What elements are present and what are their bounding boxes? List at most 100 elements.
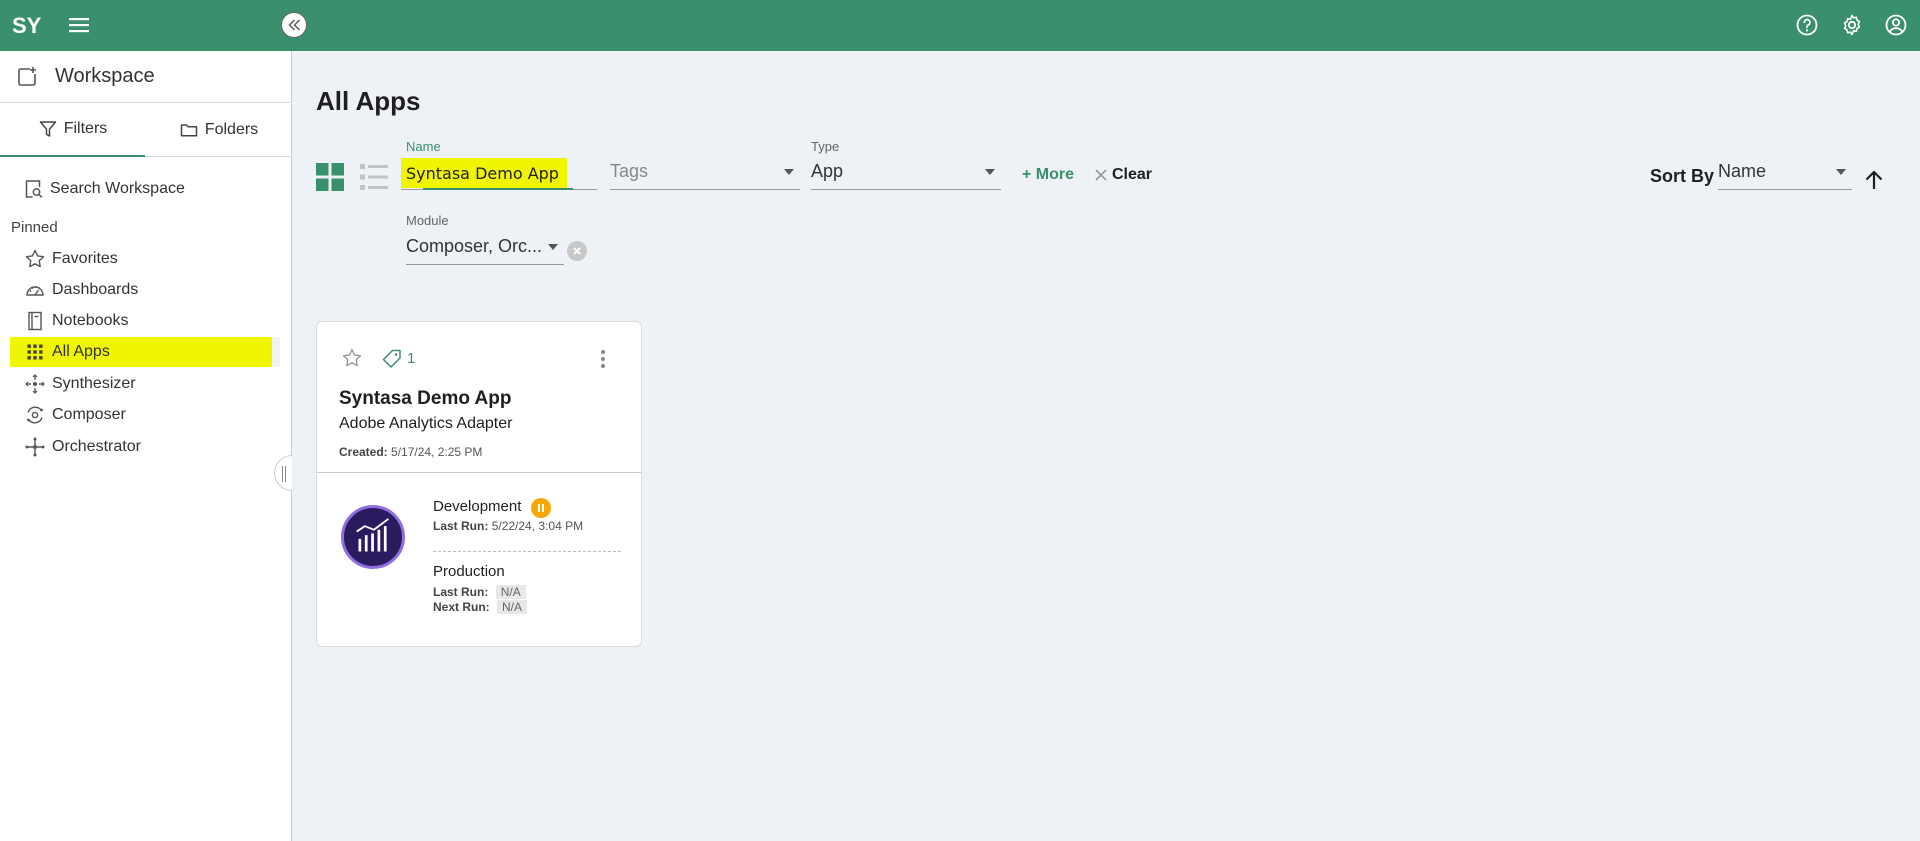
module-filter-label: Module xyxy=(406,213,449,228)
name-filter-input[interactable] xyxy=(406,158,596,188)
search-document-icon xyxy=(25,180,43,198)
module-select[interactable]: Composer, Orc... xyxy=(406,231,564,265)
syntasa-logo-icon[interactable]: SY xyxy=(12,12,44,38)
chevron-down-icon xyxy=(1836,169,1846,175)
sidebar-item-label: Dashboards xyxy=(52,281,139,298)
name-filter-label: Name xyxy=(406,139,441,154)
adobe-analytics-logo xyxy=(341,505,405,569)
tags-placeholder: Tags xyxy=(610,161,649,181)
environment-divider xyxy=(433,551,621,552)
development-label: Development xyxy=(433,498,522,515)
sidebar-item-label: Synthesizer xyxy=(52,375,136,392)
pinned-heading: Pinned xyxy=(11,219,58,236)
app-created: Created: 5/17/24, 2:25 PM xyxy=(339,445,482,459)
paused-status-badge xyxy=(531,498,551,518)
search-workspace-label: Search Workspace xyxy=(50,180,185,197)
sidebar-item-notebooks[interactable]: Notebooks xyxy=(10,306,272,336)
type-filter-label: Type xyxy=(811,139,840,154)
sidebar-tabs: Filters Folders xyxy=(0,103,292,157)
tags-select[interactable]: Tags xyxy=(610,156,800,190)
clear-module-button[interactable] xyxy=(567,241,587,261)
plus-icon: + xyxy=(1022,166,1036,183)
workspace-sidebar: Workspace Filters Folders Search Workspa… xyxy=(0,51,292,841)
settings-gear-icon[interactable] xyxy=(1840,13,1864,37)
sidebar-item-label: Orchestrator xyxy=(52,438,141,455)
collapse-sidebar-button[interactable] xyxy=(281,12,307,38)
sidebar-item-favorites[interactable]: Favorites xyxy=(10,244,272,274)
folder-icon xyxy=(180,124,198,137)
production-environment: Production Last Run: N/A Next Run: N/A xyxy=(433,563,528,614)
production-next-run: Next Run: N/A xyxy=(433,600,528,614)
sidebar-item-label: All Apps xyxy=(52,343,110,360)
sidebar-item-label: Notebooks xyxy=(52,312,129,329)
close-icon xyxy=(573,247,581,255)
help-icon[interactable] xyxy=(1795,13,1819,37)
sidebar-resize-handle[interactable] xyxy=(274,455,292,491)
star-icon xyxy=(25,249,45,268)
tab-filters[interactable]: Filters xyxy=(0,103,145,157)
sort-select[interactable]: Name xyxy=(1718,156,1852,190)
page-title: All Apps xyxy=(316,86,421,116)
production-label: Production xyxy=(433,563,505,580)
grid-view-icon[interactable] xyxy=(316,163,344,191)
created-label: Created: xyxy=(339,445,388,459)
type-value: App xyxy=(811,161,844,181)
sidebar-item-label: Favorites xyxy=(52,250,118,267)
tab-folders[interactable]: Folders xyxy=(145,103,292,157)
sidebar-item-all-apps[interactable]: All Apps xyxy=(10,337,272,367)
last-run-label: Last Run: xyxy=(433,519,489,533)
double-chevron-left-icon xyxy=(288,19,300,31)
more-options-icon[interactable] xyxy=(598,348,608,370)
sidebar-item-orchestrator[interactable]: Orchestrator xyxy=(10,432,272,462)
orchestrator-icon xyxy=(25,437,45,457)
next-run-label: Next Run: xyxy=(433,600,490,614)
sidebar-item-synthesizer[interactable]: Synthesizer xyxy=(10,369,272,399)
last-run-value: 5/22/24, 3:04 PM xyxy=(491,519,584,533)
sidebar-item-composer[interactable]: Composer xyxy=(10,400,272,430)
dashboard-gauge-icon xyxy=(26,286,44,296)
chevron-down-icon xyxy=(784,169,794,175)
notebook-icon xyxy=(28,311,42,331)
clear-label: Clear xyxy=(1112,166,1153,183)
development-environment: Development Last Run: 5/22/24, 3:04 PM xyxy=(433,498,583,533)
search-workspace-button[interactable]: Search Workspace xyxy=(22,178,185,200)
sidebar-item-dashboards[interactable]: Dashboards xyxy=(10,275,272,305)
next-run-value: N/A xyxy=(497,600,528,614)
workspace-header: Workspace xyxy=(0,51,292,103)
apps-grid-icon xyxy=(27,344,43,360)
last-run-value: N/A xyxy=(495,585,526,599)
sort-value: Name xyxy=(1718,161,1767,181)
sidebar-item-label: Composer xyxy=(52,406,126,423)
close-icon xyxy=(1095,169,1107,181)
new-workspace-icon[interactable] xyxy=(16,66,38,88)
more-filters-button[interactable]: + More xyxy=(1022,166,1074,184)
account-icon[interactable] xyxy=(1884,13,1908,37)
production-last-run: Last Run: N/A xyxy=(433,585,527,599)
focus-underline xyxy=(423,188,573,190)
clear-filters-button[interactable]: Clear xyxy=(1094,166,1152,184)
tab-filters-label: Filters xyxy=(63,120,108,137)
sort-by-label: Sort By xyxy=(1650,166,1715,186)
app-name[interactable]: Syntasa Demo App xyxy=(339,388,511,410)
type-select[interactable]: App xyxy=(811,156,1001,190)
composer-icon xyxy=(27,406,43,424)
active-item-indicator xyxy=(272,337,280,367)
favorite-star-icon[interactable] xyxy=(341,347,363,369)
name-filter-field xyxy=(401,156,597,190)
workspace-title: Workspace xyxy=(55,65,155,87)
module-value: Composer, Orc... xyxy=(406,236,543,256)
app-card[interactable]: 1 Syntasa Demo App Adobe Analytics Adapt… xyxy=(316,321,642,647)
tag-icon[interactable] xyxy=(381,348,403,370)
hamburger-menu-icon[interactable] xyxy=(68,14,90,36)
app-adapter-type: Adobe Analytics Adapter xyxy=(339,415,513,432)
development-last-run: Last Run: 5/22/24, 3:04 PM xyxy=(433,519,583,533)
arrow-up-icon[interactable] xyxy=(1862,168,1886,192)
chevron-down-icon xyxy=(985,169,995,175)
list-view-icon[interactable] xyxy=(360,163,388,191)
synthesizer-icon xyxy=(25,374,45,394)
pause-icon xyxy=(538,504,544,512)
chevron-down-icon xyxy=(548,244,558,250)
more-label: More xyxy=(1035,166,1075,183)
svg-text:SY: SY xyxy=(12,13,42,38)
created-value: 5/17/24, 2:25 PM xyxy=(391,445,483,459)
